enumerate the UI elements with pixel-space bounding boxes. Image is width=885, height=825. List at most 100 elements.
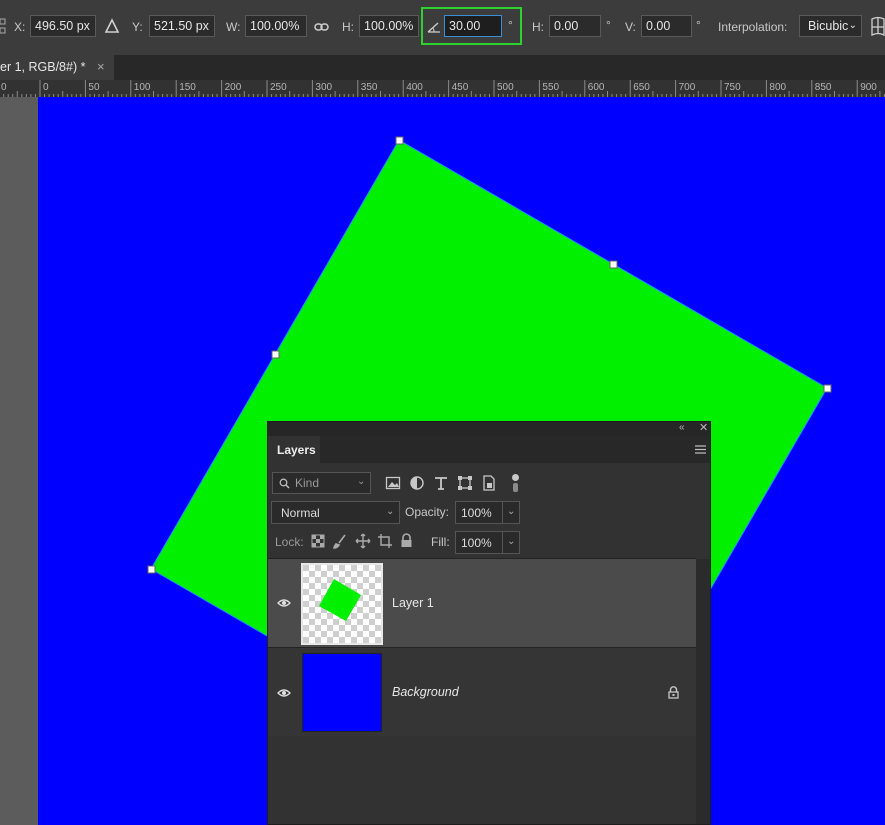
ruler-label: 700 [678,82,696,93]
interpolation-dropdown[interactable]: Bicubic ⌄ [799,15,862,37]
layer-name[interactable]: Layer 1 [392,596,434,610]
transform-handle-top[interactable] [395,136,404,145]
skew-h-label: H: [532,20,544,34]
blend-mode-value: Normal [281,506,320,520]
ruler-label: 200 [224,82,242,93]
filter-kind-label: Kind [295,476,320,490]
degree-symbol: ° [508,18,513,32]
layers-tab[interactable]: Layers [268,436,320,463]
lock-transparent-pixels-icon[interactable] [311,534,325,548]
opacity-value: 100% [461,506,492,520]
relative-positioning-icon[interactable] [104,18,120,34]
options-bar: X: 496.50 px Y: 521.50 px W: 100.00% H: … [0,0,885,56]
divider [502,501,503,524]
height-label: H: [342,20,354,34]
shape-layer-filter-icon[interactable] [457,475,473,491]
collapse-panel-icon[interactable]: « [679,422,685,433]
link-icon[interactable] [314,20,330,34]
document-tab[interactable]: er 1, RGB/8#) * × [0,55,114,80]
width-field[interactable]: 100.00% [245,15,307,37]
ruler-label: 600 [587,82,605,93]
ruler-label: 0 [43,82,49,93]
ruler-label: 650 [633,82,650,93]
lock-position-icon[interactable] [355,533,371,549]
layer-row-background[interactable]: Background [268,648,696,736]
layer-thumbnail-image [303,565,381,643]
y-position-field[interactable]: 521.50 px [149,15,215,37]
degree-symbol-h: ° [606,18,611,32]
ruler-label: 100 [133,82,151,93]
fill-label: Fill: [431,535,450,549]
ruler-label: 50 [88,82,100,93]
panel-menu-icon[interactable] [695,445,707,454]
x-label: X: [14,20,26,34]
lock-image-pixels-icon[interactable] [333,534,347,549]
filter-toggle-icon[interactable] [511,473,520,493]
chevron-down-icon: ⌄ [507,536,516,547]
layers-tab-label: Layers [277,443,316,457]
layer-thumbnail[interactable] [301,563,383,645]
skew-v-label: V: [625,20,636,34]
y-label: Y: [132,20,143,34]
horizontal-ruler: 0 0 50 100 150 200 250 300 350 400 450 500 550 600 650… [0,80,885,98]
eye-icon[interactable] [277,598,291,608]
close-icon[interactable]: × [97,59,105,74]
transform-handle-left[interactable] [147,565,156,574]
skew-horizontal-field[interactable]: 0.00 [549,15,601,37]
angle-icon [427,22,440,33]
ruler-label: 350 [360,82,378,93]
adjustment-layer-filter-icon[interactable] [409,475,425,491]
x-position-field[interactable]: 496.50 px [30,15,96,37]
layers-scrollbar[interactable] [696,559,710,824]
panel-header-strip: « ✕ [268,422,710,436]
height-field[interactable]: 100.00% [359,15,419,37]
ruler-label: 150 [179,82,196,93]
opacity-field[interactable]: 100% ⌄ [455,501,520,524]
fill-field[interactable]: 100% ⌄ [455,531,520,554]
ruler-label: 550 [542,82,560,93]
ruler-label: 0 [1,82,7,93]
opacity-label: Opacity: [405,505,450,519]
search-icon [279,478,290,489]
ruler-label: 850 [814,82,832,93]
close-panel-icon[interactable]: ✕ [699,421,708,434]
layer-name[interactable]: Background [392,685,459,699]
panel-tab-row: Layers [268,436,710,463]
lock-all-icon[interactable] [400,533,413,548]
ruler-label: 500 [497,82,514,93]
ruler-ticks [3,80,885,97]
ruler-label: 400 [406,82,423,93]
warp-icon[interactable] [870,15,885,39]
filter-kind-dropdown[interactable]: Kind ⌄ [272,472,371,494]
divider [502,531,503,554]
rotation-angle-field[interactable]: 30.00 [444,15,502,37]
ruler-label: 800 [769,82,787,93]
fill-value: 100% [461,536,492,550]
interpolation-label: Interpolation: [718,20,788,34]
chevron-down-icon: ⌄ [848,20,857,31]
document-tab-bar [0,55,885,80]
smart-object-filter-icon[interactable] [481,475,497,491]
width-label: W: [226,20,241,34]
chevron-down-icon: ⌄ [507,506,516,517]
lock-icon [668,686,679,699]
degree-symbol-v: ° [696,18,701,32]
eye-icon[interactable] [277,688,291,698]
type-layer-filter-icon[interactable] [433,475,449,491]
skew-vertical-field[interactable]: 0.00 [641,15,692,37]
transform-handle-top-left-mid[interactable] [271,350,280,359]
reference-point-icon[interactable] [0,18,8,36]
layer-thumbnail[interactable] [302,653,382,732]
lock-artboard-icon[interactable] [377,533,393,549]
blend-mode-dropdown[interactable]: Normal ⌄ [271,501,400,524]
chevron-down-icon: ⌄ [386,506,395,517]
pixel-layer-filter-icon[interactable] [385,475,401,491]
chevron-down-icon: ⌄ [357,476,366,487]
layers-panel: « ✕ Layers Kind ⌄ Normal ⌄ Opacity: 100%… [267,421,711,825]
layer-row-layer-1[interactable]: Layer 1 [268,559,696,647]
transform-handle-right[interactable] [823,384,832,393]
document-tab-title: er 1, RGB/8#) * [0,60,86,74]
transform-handle-top-right-mid[interactable] [609,260,618,269]
ruler-label: 450 [451,82,469,93]
ruler-label: 900 [860,82,877,93]
